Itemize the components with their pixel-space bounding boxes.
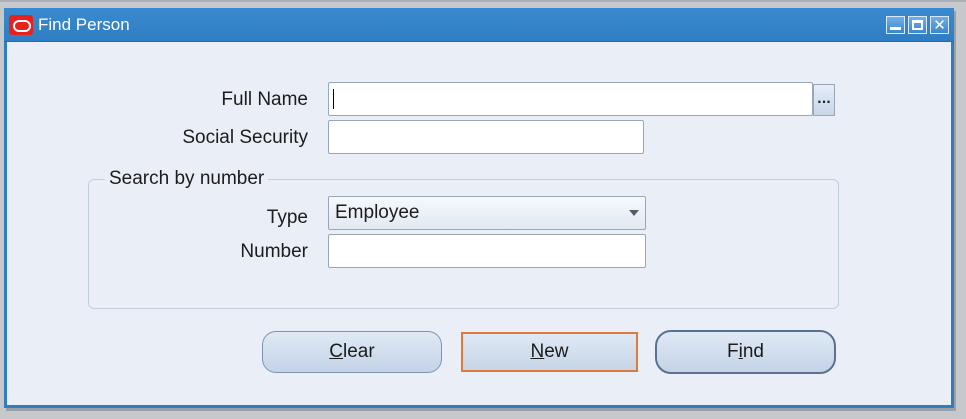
maximize-button[interactable] xyxy=(908,16,927,34)
find-label-rest: nd xyxy=(742,341,764,362)
new-mnemonic: N xyxy=(530,341,545,362)
screen: Find Person ✕ Full Name ... Social Secur… xyxy=(0,0,966,419)
number-label: Number xyxy=(240,241,308,262)
minimize-button[interactable] xyxy=(886,16,905,34)
new-label-rest: ew xyxy=(544,341,569,362)
minimize-icon xyxy=(890,27,901,30)
clear-label-rest: lear xyxy=(343,341,375,362)
title-bar[interactable]: Find Person ✕ xyxy=(4,8,954,42)
type-select[interactable]: Employee xyxy=(328,196,646,230)
type-label: Type xyxy=(266,207,308,228)
find-button[interactable]: Find xyxy=(655,330,836,374)
full-name-input[interactable] xyxy=(328,82,813,116)
clear-mnemonic: C xyxy=(329,341,344,362)
window-title: Find Person xyxy=(38,15,130,34)
oracle-logo-icon xyxy=(9,15,33,35)
chevron-down-icon xyxy=(629,210,639,216)
close-button[interactable]: ✕ xyxy=(930,16,949,34)
search-by-number-title: Search by number xyxy=(105,168,269,190)
full-name-lov-button[interactable]: ... xyxy=(813,84,835,116)
background-edge xyxy=(0,0,966,2)
window-controls: ✕ xyxy=(886,16,949,34)
clear-button[interactable]: Clear xyxy=(262,331,442,373)
type-select-value: Employee xyxy=(335,202,420,223)
maximize-icon xyxy=(912,20,923,30)
social-security-input[interactable] xyxy=(328,120,644,154)
number-input[interactable] xyxy=(328,234,646,268)
new-button[interactable]: New xyxy=(461,332,638,372)
full-name-label: Full Name xyxy=(221,89,308,110)
close-icon: ✕ xyxy=(933,16,946,34)
find-person-window: Find Person ✕ Full Name ... Social Secur… xyxy=(4,8,954,408)
find-label-start: F xyxy=(727,341,739,362)
text-caret xyxy=(333,89,334,109)
social-security-label: Social Security xyxy=(182,127,308,148)
